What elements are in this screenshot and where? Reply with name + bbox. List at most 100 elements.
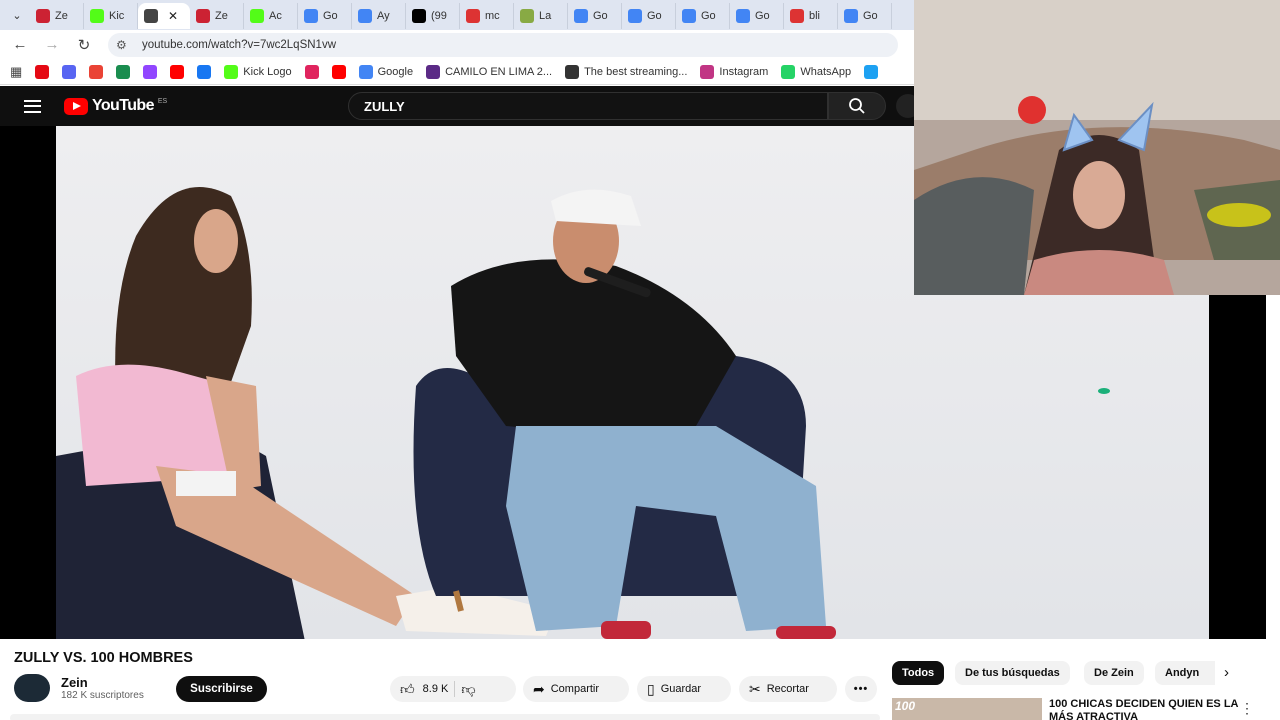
filter-chip[interactable]: Andyn xyxy=(1155,661,1215,685)
youtube-logo[interactable]: YouTube ES xyxy=(64,97,167,115)
browser-tab[interactable]: ✕ xyxy=(138,3,190,29)
url-text: youtube.com/watch?v=7wc2LqSN1vw xyxy=(142,38,337,51)
browser-tab[interactable]: Go xyxy=(730,3,784,29)
browser-tab[interactable]: Go xyxy=(838,3,892,29)
description-box[interactable] xyxy=(10,714,880,720)
browser-tab[interactable]: Ac xyxy=(244,3,298,29)
share-button[interactable]: ➦ Compartir xyxy=(523,676,629,702)
bookmark-item[interactable] xyxy=(143,64,158,79)
browser-tab[interactable]: Ay xyxy=(352,3,406,29)
filter-chip[interactable]: De Zein xyxy=(1084,661,1144,685)
browser-tab[interactable]: Go xyxy=(622,3,676,29)
youtube-play-icon xyxy=(64,97,88,115)
bookmark-item[interactable] xyxy=(304,64,319,79)
clip-label: Recortar xyxy=(766,683,809,695)
forward-icon[interactable]: → xyxy=(36,36,68,53)
subscribe-button[interactable]: Suscribirse xyxy=(176,676,267,702)
divider xyxy=(454,681,456,697)
google-favicon xyxy=(574,9,588,23)
address-bar[interactable]: ⚙ youtube.com/watch?v=7wc2LqSN1vw xyxy=(108,32,898,57)
instagram-icon xyxy=(700,64,715,79)
filter-chip[interactable]: Todos xyxy=(892,661,945,685)
browser-tab[interactable]: Ze xyxy=(30,3,84,29)
app-icon xyxy=(304,64,319,79)
scissors-icon: ✂ xyxy=(749,680,761,697)
bookmark-item[interactable] xyxy=(89,64,104,79)
search-input[interactable]: ZULLY xyxy=(348,92,828,120)
bookmark-item[interactable]: WhatsApp xyxy=(781,64,852,79)
channel-avatar[interactable] xyxy=(14,674,50,702)
browser-tab[interactable]: (99 xyxy=(406,3,460,29)
bookmark-item[interactable] xyxy=(62,64,77,79)
subscriber-count: 182 K suscriptores xyxy=(61,690,144,701)
bookmark-item[interactable] xyxy=(170,64,185,79)
bookmark-item[interactable] xyxy=(35,64,50,79)
tab-label: Ze xyxy=(215,10,228,22)
country-code: ES xyxy=(157,97,168,105)
recommendation-title[interactable]: 100 CHICAS DECIDEN QUIEN ES LA MÁS ATRAC… xyxy=(1049,698,1239,720)
bookmark-label: Google xyxy=(377,65,414,78)
apps-icon[interactable]: ▦ xyxy=(10,64,22,80)
save-button[interactable]: ▯ Guardar xyxy=(637,676,731,702)
search-icon xyxy=(849,98,865,114)
bookmark-item[interactable] xyxy=(116,64,131,79)
recommendation-menu-icon[interactable]: ⋮ xyxy=(1240,700,1254,717)
tab-label: Go xyxy=(593,10,608,22)
more-actions-button[interactable]: ••• xyxy=(845,676,877,702)
youtube-logo-text: YouTube xyxy=(92,97,154,114)
tab-label: Ac xyxy=(269,10,282,22)
search-button[interactable] xyxy=(828,92,886,120)
tab-label: (99 xyxy=(431,10,447,22)
browser-tab[interactable]: Go xyxy=(568,3,622,29)
menu-icon[interactable] xyxy=(0,99,64,113)
recommendation-thumbnail[interactable]: 100 xyxy=(892,698,1042,720)
close-tab-icon[interactable]: ✕ xyxy=(168,9,178,23)
channel-name[interactable]: Zein xyxy=(61,675,88,690)
bookmark-item[interactable] xyxy=(197,64,212,79)
gmail-icon xyxy=(89,64,104,79)
dislike-button[interactable]: 👎︎ xyxy=(461,681,475,698)
bookmark-item[interactable]: CAMILO EN LIMA 2... xyxy=(426,64,552,79)
zein-favicon xyxy=(36,9,50,23)
browser-tab[interactable]: La xyxy=(514,3,568,29)
whatsapp-icon xyxy=(781,64,796,79)
more-icon: ••• xyxy=(853,683,869,695)
clip-button[interactable]: ✂ Recortar xyxy=(739,676,837,702)
tab-label: mc xyxy=(485,10,500,22)
kick-icon xyxy=(224,64,239,79)
twitch-icon xyxy=(143,64,158,79)
like-button[interactable]: 👍︎ 8.9 K xyxy=(400,681,448,698)
facebook-icon xyxy=(197,64,212,79)
kick-favicon xyxy=(90,9,104,23)
bookmark-label: WhatsApp xyxy=(800,65,852,78)
browser-tab[interactable]: Go xyxy=(298,3,352,29)
browser-tab[interactable]: mc xyxy=(460,3,514,29)
tab-label: Ay xyxy=(377,10,390,22)
browser-tab[interactable]: Kic xyxy=(84,3,138,29)
tab-label: bli xyxy=(809,10,821,22)
bookmark-item[interactable]: Kick Logo xyxy=(224,64,292,79)
share-icon: ➦ xyxy=(533,680,545,697)
tab-label: Go xyxy=(863,10,878,22)
youtube-icon xyxy=(170,64,185,79)
site-info-icon[interactable]: ⚙ xyxy=(116,38,134,52)
bookmark-item[interactable]: The best streaming... xyxy=(565,64,687,79)
browser-tab[interactable]: Go xyxy=(676,3,730,29)
tab-search-button[interactable]: ⌄ xyxy=(4,4,30,26)
bookmark-item[interactable] xyxy=(864,64,879,79)
chips-next-icon[interactable]: › xyxy=(1224,664,1229,681)
google-favicon xyxy=(304,9,318,23)
tab-label: Go xyxy=(647,10,662,22)
site-icon xyxy=(426,64,441,79)
bookmark-item[interactable]: Google xyxy=(358,64,414,79)
youtube-icon xyxy=(331,64,346,79)
browser-tab[interactable]: bli xyxy=(784,3,838,29)
tiktok-favicon xyxy=(412,9,426,23)
bookmark-item[interactable] xyxy=(331,64,346,79)
audio-icon xyxy=(144,9,158,23)
filter-chip[interactable]: De tus búsquedas xyxy=(955,661,1070,685)
bookmark-item[interactable]: Instagram xyxy=(700,64,768,79)
reload-icon[interactable]: ↻ xyxy=(68,36,100,54)
back-icon[interactable]: ← xyxy=(4,36,36,53)
browser-tab[interactable]: Ze xyxy=(190,3,244,29)
